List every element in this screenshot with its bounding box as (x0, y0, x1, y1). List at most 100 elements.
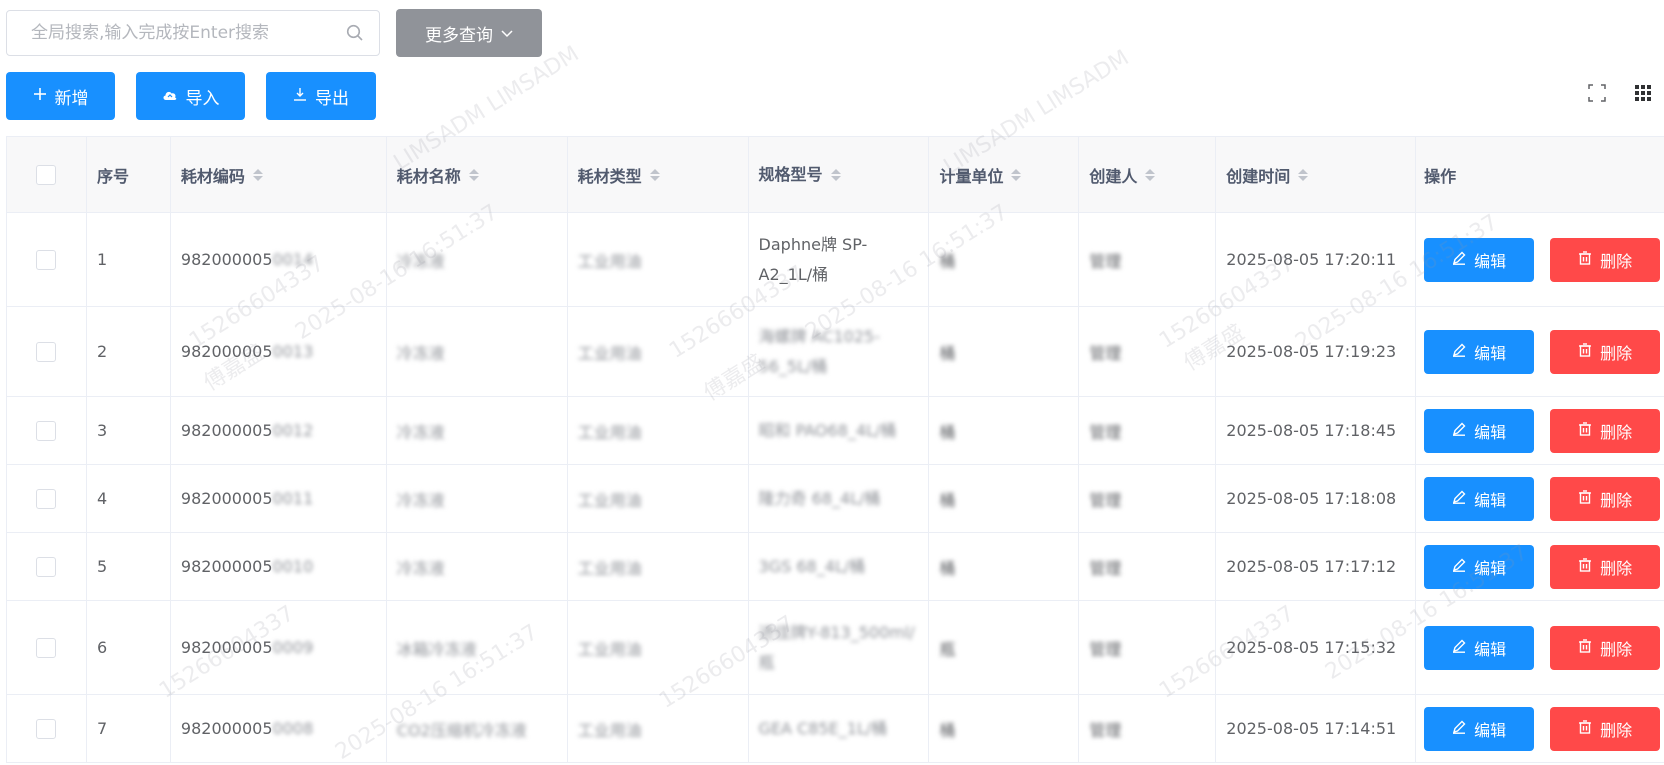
edit-button-label: 编辑 (1474, 639, 1507, 659)
header-name[interactable]: 耗材名称 (387, 137, 568, 212)
row-code-text: 982000005 (180, 719, 273, 738)
sort-icon[interactable] (1298, 168, 1309, 181)
export-button[interactable]: 导出 (266, 72, 376, 120)
fullscreen-icon[interactable] (1588, 84, 1606, 106)
row-checkbox[interactable] (36, 341, 57, 362)
sort-icon[interactable] (830, 168, 841, 181)
edit-button[interactable]: 编辑 (1424, 625, 1535, 670)
row-creator-text: 管理 (1089, 490, 1122, 510)
edit-button-label: 编辑 (1474, 422, 1507, 442)
global-search-box[interactable] (6, 10, 380, 56)
select-all-checkbox[interactable] (36, 164, 57, 185)
global-search-input[interactable] (29, 22, 345, 44)
download-icon (293, 86, 307, 106)
row-creator: 管理 (1079, 695, 1217, 762)
row-type-text: 工业用油 (577, 720, 642, 740)
delete-button-label: 删除 (1600, 490, 1633, 510)
row-name: 冷冻液 (387, 533, 568, 600)
edit-button-label: 编辑 (1474, 720, 1507, 740)
sort-icon[interactable] (1145, 168, 1156, 181)
add-button[interactable]: 新增 (6, 72, 115, 120)
row-type: 工业用油 (568, 397, 749, 464)
row-time-text: 2025-08-05 17:19:23 (1226, 342, 1397, 361)
edit-button[interactable]: 编辑 (1424, 476, 1535, 521)
row-name-text: 冷冻液 (396, 422, 445, 442)
trash-icon (1578, 719, 1592, 738)
row-code: 982000005 0013 (171, 307, 387, 396)
row-spec: 3GS 68_4L/桶 (749, 533, 930, 600)
sort-icon[interactable] (649, 168, 660, 181)
row-code: 982000005 0014 (171, 213, 387, 306)
edit-button[interactable]: 编辑 (1424, 706, 1535, 751)
sort-icon[interactable] (252, 168, 263, 181)
header-creator[interactable]: 创建人 (1079, 137, 1217, 212)
sort-icon[interactable] (468, 168, 479, 181)
row-spec: Daphne牌 SP-A2_1L/桶 (749, 213, 930, 306)
header-unit-label: 计量单位 (939, 166, 1004, 186)
edit-button[interactable]: 编辑 (1424, 329, 1535, 374)
row-creator: 管理 (1079, 533, 1217, 600)
table-row: 3 982000005 0012 冷冻液 工业用油 昭和 PAO68_4L/桶 桶… (7, 397, 1664, 465)
row-seq-text: 4 (96, 489, 108, 508)
header-time-label: 创建时间 (1226, 166, 1291, 186)
header-select-all (7, 137, 87, 212)
row-seq-text: 7 (96, 719, 108, 738)
row-creator-text: 管理 (1089, 422, 1122, 442)
row-seq: 1 (87, 213, 171, 306)
delete-button[interactable]: 删除 (1550, 329, 1661, 374)
row-checkbox[interactable] (36, 556, 57, 577)
delete-button-label: 删除 (1600, 251, 1633, 271)
trash-icon (1578, 250, 1592, 269)
row-checkbox[interactable] (36, 488, 57, 509)
row-select-cell (7, 397, 87, 464)
row-checkbox[interactable] (36, 637, 57, 658)
column-settings-icon[interactable] (1634, 84, 1652, 106)
sort-icon[interactable] (1011, 168, 1022, 181)
header-code-label: 耗材编码 (180, 166, 245, 186)
header-unit[interactable]: 计量单位 (929, 137, 1080, 212)
edit-icon (1452, 489, 1466, 508)
import-button-label: 导入 (185, 88, 220, 109)
row-checkbox[interactable] (36, 249, 57, 270)
row-actions: 编辑 删除 (1416, 397, 1664, 464)
row-unit-text: 桶 (939, 343, 956, 363)
edit-icon (1452, 719, 1466, 738)
delete-button[interactable]: 删除 (1550, 625, 1661, 670)
search-icon[interactable] (345, 23, 365, 43)
table-row: 2 982000005 0013 冷冻液 工业用油 海螺牌 AC1025-56_5… (7, 307, 1664, 397)
row-name: 冰箱冷冻液 (387, 601, 568, 694)
more-query-button[interactable]: 更多查询 (396, 9, 542, 57)
row-creator: 管理 (1079, 601, 1217, 694)
delete-button[interactable]: 删除 (1550, 408, 1661, 453)
delete-button[interactable]: 删除 (1550, 544, 1661, 589)
row-select-cell (7, 213, 87, 306)
add-button-label: 新增 (54, 88, 89, 109)
header-spec[interactable]: 规格型号 (749, 137, 930, 212)
edit-button[interactable]: 编辑 (1424, 237, 1535, 282)
row-creator: 管理 (1079, 307, 1217, 396)
row-checkbox[interactable] (36, 420, 57, 441)
row-seq: 7 (87, 695, 171, 762)
row-creator: 管理 (1079, 213, 1217, 306)
row-unit: 桶 (929, 397, 1080, 464)
header-code[interactable]: 耗材编码 (171, 137, 387, 212)
header-type[interactable]: 耗材类型 (568, 137, 749, 212)
row-select-cell (7, 695, 87, 762)
row-unit-text: 桶 (939, 251, 956, 271)
header-time[interactable]: 创建时间 (1216, 137, 1417, 212)
edit-button[interactable]: 编辑 (1424, 408, 1535, 453)
import-button[interactable]: 导入 (136, 72, 245, 120)
row-checkbox[interactable] (36, 718, 57, 739)
row-unit: 桶 (929, 213, 1080, 306)
table-header: 序号 耗材编码 耗材名称 耗材类型 规格型号 计量单位 创建人 创建时间 操作 (7, 137, 1664, 213)
row-code-blurred: 0010 (272, 557, 314, 576)
delete-button[interactable]: 删除 (1550, 237, 1661, 282)
row-seq: 3 (87, 397, 171, 464)
row-name-text: 冰箱冷冻液 (396, 639, 477, 659)
row-creator-text: 管理 (1089, 343, 1122, 363)
header-type-label: 耗材类型 (577, 166, 642, 186)
row-creator: 管理 (1079, 465, 1217, 532)
delete-button[interactable]: 删除 (1550, 706, 1661, 751)
delete-button[interactable]: 删除 (1550, 476, 1661, 521)
edit-button[interactable]: 编辑 (1424, 544, 1535, 589)
